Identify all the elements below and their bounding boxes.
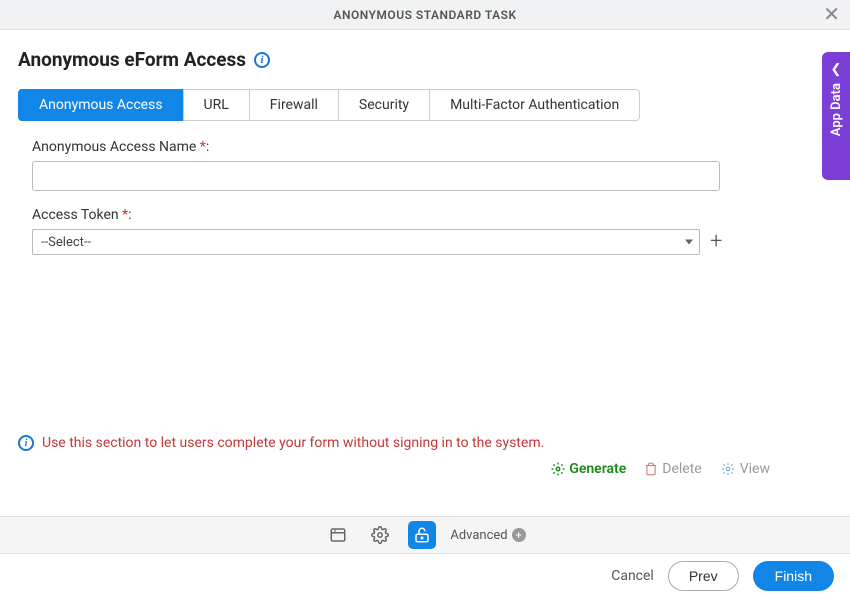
field-anonymous-name: Anonymous Access Name *:	[18, 139, 748, 191]
info-message: Use this section to let users complete y…	[42, 435, 544, 451]
anonymous-name-input[interactable]	[32, 161, 720, 191]
info-row: i Use this section to let users complete…	[18, 435, 544, 451]
page-title: Anonymous eForm Access	[18, 48, 246, 71]
window-icon[interactable]	[324, 521, 352, 549]
actions-row: Generate Delete View	[551, 461, 770, 477]
chevron-left-icon: ❮	[831, 62, 842, 77]
access-token-select[interactable]: --Select--	[32, 229, 700, 255]
required-marker: *	[122, 207, 128, 223]
header-bar: ANONYMOUS STANDARD TASK ✕	[0, 0, 850, 30]
delete-button[interactable]: Delete	[644, 461, 701, 477]
cancel-button[interactable]: Cancel	[611, 568, 654, 584]
add-token-icon[interactable]: +	[710, 231, 722, 253]
tab-mfa[interactable]: Multi-Factor Authentication	[429, 89, 640, 121]
app-data-side-tab[interactable]: ❮ App Data	[822, 52, 850, 180]
lock-icon[interactable]	[408, 521, 436, 549]
close-icon[interactable]: ✕	[823, 4, 840, 24]
plus-circle-icon: +	[512, 528, 526, 542]
chevron-down-icon	[685, 240, 693, 245]
info-icon[interactable]: i	[254, 52, 270, 68]
gear-icon	[551, 462, 565, 476]
tab-anonymous-access[interactable]: Anonymous Access	[18, 89, 184, 121]
content-area: Anonymous eForm Access i Anonymous Acces…	[0, 30, 850, 289]
trash-icon	[644, 462, 658, 476]
bottom-toolbar: Advanced +	[0, 516, 850, 554]
tab-url[interactable]: URL	[183, 89, 250, 121]
required-marker: *	[200, 139, 206, 155]
prev-button[interactable]: Prev	[668, 561, 739, 591]
eye-icon	[720, 462, 736, 476]
info-icon: i	[18, 435, 34, 451]
finish-button[interactable]: Finish	[753, 561, 834, 591]
view-button[interactable]: View	[720, 461, 770, 477]
field-access-token: Access Token *: --Select-- +	[18, 207, 748, 255]
advanced-link[interactable]: Advanced +	[450, 528, 525, 543]
page-title-row: Anonymous eForm Access i	[18, 48, 832, 71]
footer-buttons: Cancel Prev Finish	[611, 561, 834, 591]
header-title: ANONYMOUS STANDARD TASK	[333, 8, 516, 22]
tabs: Anonymous Access URL Firewall Security M…	[18, 89, 832, 121]
settings-icon[interactable]	[366, 521, 394, 549]
side-tab-label: App Data	[829, 83, 844, 136]
tab-security[interactable]: Security	[338, 89, 430, 121]
anonymous-name-label: Anonymous Access Name *:	[32, 139, 748, 155]
tab-firewall[interactable]: Firewall	[249, 89, 339, 121]
access-token-label: Access Token *:	[32, 207, 748, 223]
generate-button[interactable]: Generate	[551, 461, 626, 477]
select-row: --Select-- +	[32, 229, 748, 255]
